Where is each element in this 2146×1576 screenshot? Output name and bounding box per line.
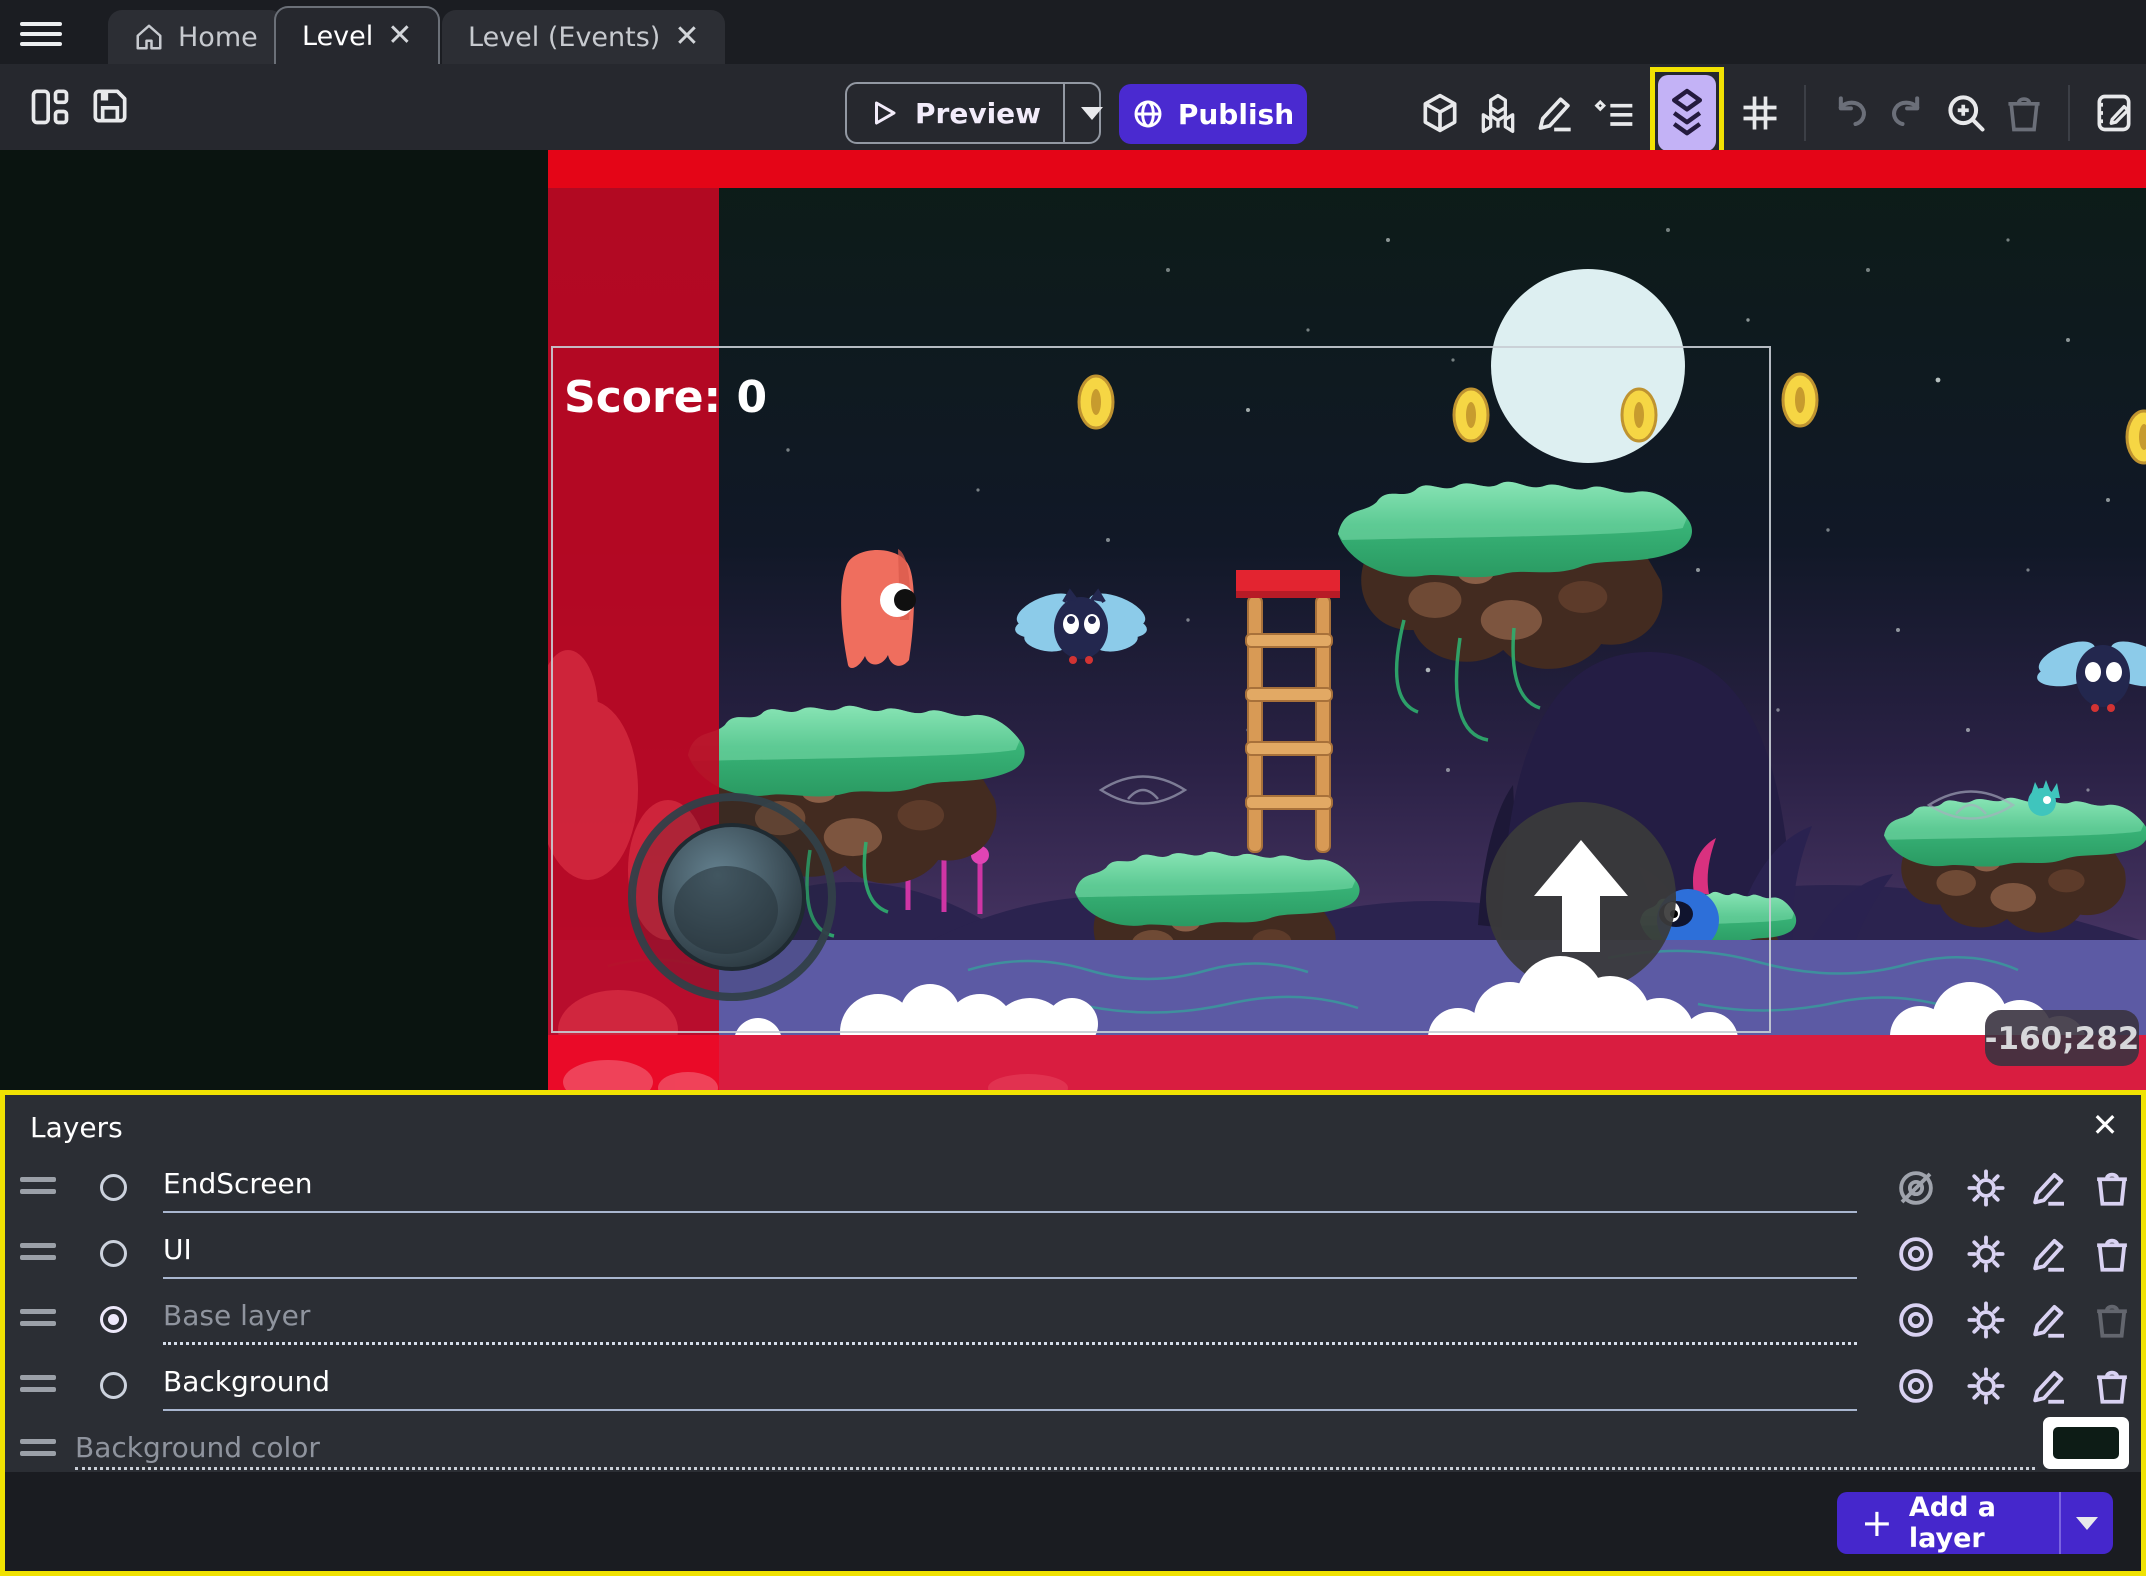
visibility-off-icon[interactable] <box>1895 1167 1937 1209</box>
tab-level-label: Level <box>302 21 373 52</box>
layers-panel: Layers ✕ EndScreen UI Base layer Backgro… <box>0 1090 2146 1576</box>
edit-layer-icon[interactable] <box>2029 1233 2071 1275</box>
layer-select-radio[interactable] <box>100 1240 127 1267</box>
delete-layer-icon-disabled <box>2091 1299 2133 1341</box>
play-icon <box>869 98 899 128</box>
tab-level-events-label: Level (Events) <box>468 22 660 53</box>
layer-row-background: Background <box>5 1353 2141 1419</box>
layer-row-ui: UI <box>5 1221 2141 1287</box>
visibility-on-icon[interactable] <box>1895 1365 1937 1407</box>
objects-icon[interactable] <box>1476 91 1520 135</box>
delete-layer-icon[interactable] <box>2091 1233 2133 1275</box>
drag-handle-icon[interactable] <box>20 1375 56 1395</box>
drag-handle-icon[interactable] <box>20 1309 56 1329</box>
layer-name-field[interactable]: UI <box>163 1223 1857 1279</box>
tab-home[interactable]: Home <box>108 10 284 64</box>
layers-panel-title: Layers <box>30 1111 123 1144</box>
red-band-bottom-object[interactable] <box>548 1035 2146 1090</box>
3d-box-icon[interactable] <box>1418 91 1462 135</box>
redo-icon[interactable] <box>1886 91 1930 135</box>
background-color-underline <box>75 1467 2035 1470</box>
home-icon <box>134 22 164 52</box>
lighting-icon[interactable] <box>1965 1299 2007 1341</box>
cursor-coordinates-text: -160;282 <box>1985 1021 2140 1057</box>
background-color-swatch[interactable] <box>2043 1417 2129 1469</box>
layers-panel-close-icon[interactable]: ✕ <box>2087 1107 2123 1143</box>
tab-bar: Home Level ✕ Level (Events) ✕ <box>0 0 2146 64</box>
editor-toolbar: Preview Publish <box>0 64 2146 150</box>
delete-layer-icon[interactable] <box>2091 1365 2133 1407</box>
layers-panel-button[interactable] <box>1658 75 1716 151</box>
tab-home-label: Home <box>178 22 258 53</box>
scene-canvas[interactable]: Score: 0 -160;282 <box>548 150 2146 1090</box>
lighting-icon[interactable] <box>1965 1167 2007 1209</box>
edit-pencil-icon[interactable] <box>1534 91 1578 135</box>
edit-layer-icon[interactable] <box>2029 1299 2071 1341</box>
score-text-object[interactable]: Score: 0 <box>564 372 767 423</box>
moon-object[interactable] <box>1491 269 1685 463</box>
layer-select-radio-selected[interactable] <box>100 1306 127 1333</box>
layers-panel-footer <box>5 1472 2141 1571</box>
lighting-icon[interactable] <box>1965 1233 2007 1275</box>
background-color-value <box>2053 1427 2119 1459</box>
globe-icon <box>1132 98 1164 130</box>
drag-handle-icon[interactable] <box>20 1177 56 1197</box>
publish-label: Publish <box>1178 98 1294 131</box>
red-band-top-object[interactable] <box>548 150 2146 188</box>
grid-icon[interactable] <box>1738 91 1782 135</box>
tab-level-events-close-icon[interactable]: ✕ <box>674 22 699 52</box>
tab-level[interactable]: Level ✕ <box>274 6 440 64</box>
plus-icon: + <box>1861 1504 1893 1542</box>
add-layer-label: Add a layer <box>1909 1492 2035 1554</box>
visibility-on-icon[interactable] <box>1895 1299 1937 1341</box>
layer-name-field[interactable]: Background <box>163 1355 1857 1411</box>
instances-list-icon[interactable] <box>1592 91 1636 135</box>
menu-hamburger-icon[interactable] <box>20 22 62 46</box>
properties-editor-icon[interactable] <box>2092 91 2136 135</box>
publish-button[interactable]: Publish <box>1119 84 1307 144</box>
toggle-panels-icon[interactable] <box>28 84 72 128</box>
tab-level-events[interactable]: Level (Events) ✕ <box>442 10 725 64</box>
visibility-on-icon[interactable] <box>1895 1233 1937 1275</box>
drag-handle-icon <box>20 1439 56 1456</box>
layer-name-field[interactable]: Base layer <box>163 1289 1857 1345</box>
layer-select-radio[interactable] <box>100 1174 127 1201</box>
preview-label: Preview <box>915 97 1041 130</box>
save-icon[interactable] <box>88 84 132 128</box>
preview-button[interactable]: Preview <box>845 82 1101 144</box>
background-color-label: Background color <box>75 1431 320 1464</box>
layer-row-endscreen: EndScreen <box>5 1155 2141 1221</box>
edit-layer-icon[interactable] <box>2029 1365 2071 1407</box>
tab-level-close-icon[interactable]: ✕ <box>387 21 412 51</box>
undo-icon[interactable] <box>1828 91 1872 135</box>
layer-name-field[interactable]: EndScreen <box>163 1157 1857 1213</box>
player-character-object[interactable] <box>841 549 916 668</box>
preview-dropdown-button[interactable] <box>1063 84 1119 142</box>
drag-handle-icon[interactable] <box>20 1243 56 1263</box>
cursor-coordinates-badge: -160;282 <box>1985 1010 2140 1066</box>
add-layer-button[interactable]: + Add a layer <box>1837 1492 2113 1554</box>
layer-select-radio[interactable] <box>100 1372 127 1399</box>
delete-icon[interactable] <box>2002 91 2046 135</box>
layers-icon <box>1665 85 1709 141</box>
joystick-object[interactable] <box>632 797 832 997</box>
edit-layer-icon[interactable] <box>2029 1167 2071 1209</box>
lighting-icon[interactable] <box>1965 1365 2007 1407</box>
zoom-in-icon[interactable] <box>1944 91 1988 135</box>
add-layer-dropdown-button[interactable] <box>2059 1492 2113 1554</box>
layers-panel-button-highlight <box>1650 67 1724 159</box>
delete-layer-icon[interactable] <box>2091 1167 2133 1209</box>
layer-row-base: Base layer <box>5 1287 2141 1353</box>
scene-editor-workspace: Score: 0 -160;282 <box>0 150 2146 1090</box>
